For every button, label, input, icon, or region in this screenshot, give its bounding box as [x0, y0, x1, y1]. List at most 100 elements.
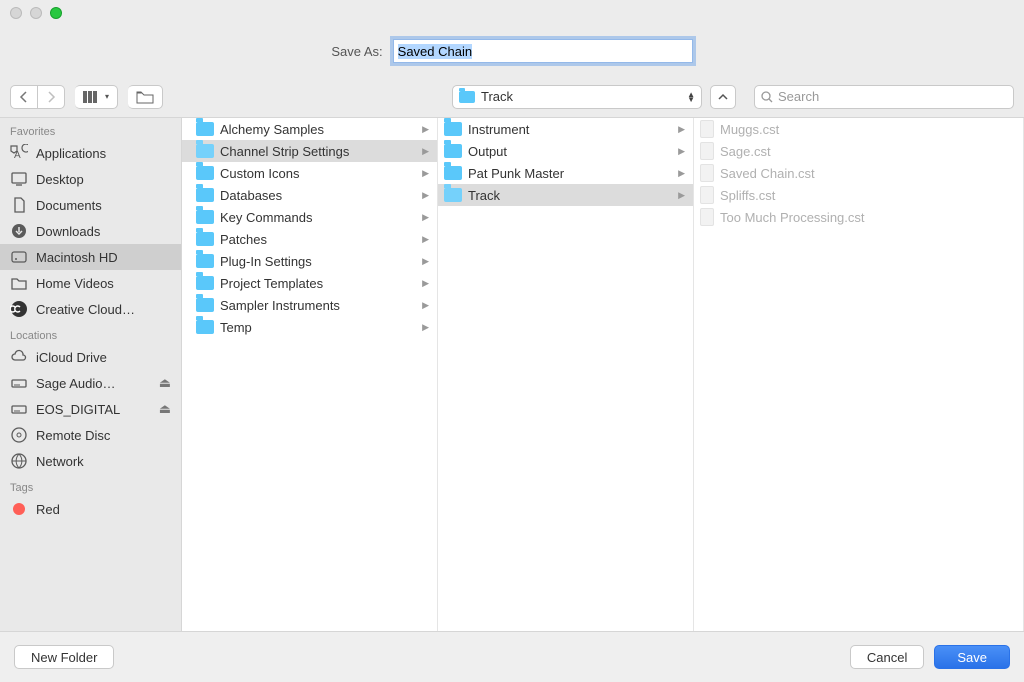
chevron-left-icon — [19, 91, 29, 103]
cloud-icon — [10, 348, 28, 366]
folder-row[interactable]: ▶Channel Strip Settings▶ — [182, 140, 437, 162]
sidebar-item[interactable]: AApplications — [0, 140, 181, 166]
folder-row[interactable]: Plug-In Settings▶ — [182, 250, 437, 272]
sidebar-section-header: Favorites — [0, 118, 181, 140]
folder-icon — [196, 166, 214, 180]
row-label: Custom Icons — [220, 166, 299, 181]
sidebar-item[interactable]: EOS_DIGITAL ⏏ — [0, 396, 181, 422]
bottom-bar: New Folder Cancel Save — [0, 632, 1024, 682]
columns-view-icon — [83, 91, 101, 103]
sidebar-item-label: Macintosh HD — [36, 250, 118, 265]
sidebar-section-header: Locations — [0, 322, 181, 344]
folder-row[interactable]: Sampler Instruments▶ — [182, 294, 437, 316]
network-icon — [10, 452, 28, 470]
sidebar-item[interactable]: Network — [0, 448, 181, 474]
sidebar-item-label: Network — [36, 454, 84, 469]
folder-row[interactable]: Instrument▶ — [438, 118, 693, 140]
eject-icon[interactable]: ⏏ — [159, 401, 171, 417]
folder-icon — [444, 122, 462, 136]
search-icon — [761, 91, 773, 103]
file-icon — [700, 142, 714, 160]
back-button[interactable] — [10, 85, 38, 109]
close-window-button[interactable] — [10, 7, 22, 19]
sidebar-item[interactable]: Macintosh HD — [0, 244, 181, 270]
apps-icon: A — [10, 144, 28, 162]
view-mode-button[interactable]: ▾ — [75, 85, 118, 109]
sidebar-item-label: Sage Audio… — [36, 376, 116, 391]
save-button[interactable]: Save — [934, 645, 1010, 669]
chevron-right-icon — [46, 91, 56, 103]
row-label: Output — [468, 144, 507, 159]
sidebar-item[interactable]: Documents — [0, 192, 181, 218]
path-popup[interactable]: Track ▲▼ — [452, 85, 702, 109]
folder-row[interactable]: Pat Punk Master▶ — [438, 162, 693, 184]
folder-row[interactable]: Custom Icons▶ — [182, 162, 437, 184]
chevron-right-icon: ▶ — [678, 124, 689, 135]
folder-row[interactable]: Temp▶ — [182, 316, 437, 338]
collapse-button[interactable] — [710, 85, 736, 109]
file-icon — [700, 186, 714, 204]
search-input[interactable]: Search — [754, 85, 1014, 109]
sidebar-item-label: Documents — [36, 198, 102, 213]
sidebar-item-label: EOS_DIGITAL — [36, 402, 120, 417]
tag-icon — [10, 500, 28, 518]
row-label: Alchemy Samples — [220, 122, 324, 137]
sidebar-item[interactable]: Desktop — [0, 166, 181, 192]
downloads-icon — [10, 222, 28, 240]
row-label: Spliffs.cst — [720, 188, 775, 203]
save-as-label: Save As: — [331, 44, 382, 59]
cancel-button[interactable]: Cancel — [850, 645, 924, 669]
folder-icon — [459, 91, 475, 103]
zoom-window-button[interactable] — [50, 7, 62, 19]
folder-icon — [444, 144, 462, 158]
sidebar-item[interactable]: Downloads — [0, 218, 181, 244]
row-label: Muggs.cst — [720, 122, 779, 137]
minimize-window-button[interactable] — [30, 7, 42, 19]
sidebar-item[interactable]: Remote Disc — [0, 422, 181, 448]
browser-column: Muggs.cstSage.cstSaved Chain.cstSpliffs.… — [694, 118, 1024, 631]
sidebar-item[interactable]: iCloud Drive — [0, 344, 181, 370]
folder-icon — [196, 188, 214, 202]
file-icon — [700, 164, 714, 182]
folder-icon — [196, 254, 214, 268]
folder-icon — [196, 210, 214, 224]
file-icon — [700, 208, 714, 226]
new-folder-button[interactable]: New Folder — [14, 645, 114, 669]
cc-icon — [10, 300, 28, 318]
folder-row[interactable]: Project Templates▶ — [182, 272, 437, 294]
file-icon — [700, 120, 714, 138]
chevron-up-icon — [718, 93, 728, 101]
row-label: Databases — [220, 188, 282, 203]
folder-row[interactable]: ▶Databases▶ — [182, 184, 437, 206]
folder-row[interactable]: Output▶ — [438, 140, 693, 162]
sidebar-item-label: iCloud Drive — [36, 350, 107, 365]
eject-icon[interactable]: ⏏ — [159, 375, 171, 391]
sidebar-item-label: Remote Disc — [36, 428, 110, 443]
sidebar-item[interactable]: Home Videos — [0, 270, 181, 296]
search-placeholder: Search — [778, 89, 819, 104]
browser-column: Instrument▶Output▶Pat Punk Master▶Track▶ — [438, 118, 694, 631]
sidebar-item[interactable]: Sage Audio… ⏏ — [0, 370, 181, 396]
filename-input[interactable] — [393, 39, 693, 63]
sidebar: FavoritesAApplicationsDesktop Documents Do… — [0, 118, 182, 631]
chevron-right-icon: ▶ — [422, 234, 433, 245]
folder-row[interactable]: Patches▶ — [182, 228, 437, 250]
folder-row[interactable]: ▶Alchemy Samples▶ — [182, 118, 437, 140]
file-row: Muggs.cst — [694, 118, 1023, 140]
folder-icon — [444, 166, 462, 180]
folder-row[interactable]: Track▶ — [438, 184, 693, 206]
toolbar: ▾ Track ▲▼ Search — [0, 76, 1024, 118]
grouping-button[interactable] — [128, 85, 163, 109]
row-label: Too Much Processing.cst — [720, 210, 865, 225]
file-row: Spliffs.cst — [694, 184, 1023, 206]
sidebar-item-label: Creative Cloud… — [36, 302, 135, 317]
forward-button[interactable] — [38, 85, 65, 109]
row-label: Track — [468, 188, 500, 203]
chevron-right-icon: ▶ — [422, 190, 433, 201]
folder-row[interactable]: Key Commands▶ — [182, 206, 437, 228]
main-area: FavoritesAApplicationsDesktop Documents Do… — [0, 118, 1024, 632]
sidebar-item[interactable]: Red — [0, 496, 181, 522]
sidebar-item[interactable]: Creative Cloud… — [0, 296, 181, 322]
chevron-right-icon: ▶ — [422, 212, 433, 223]
chevron-right-icon: ▶ — [422, 146, 433, 157]
